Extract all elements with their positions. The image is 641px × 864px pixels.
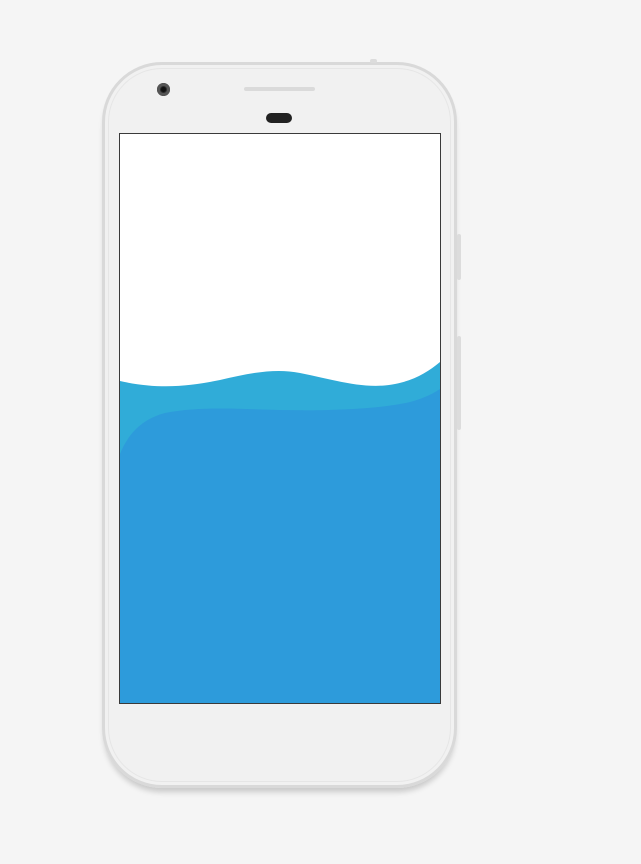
front-camera-icon: [157, 83, 170, 96]
proximity-sensor: [266, 113, 292, 123]
wave-front-layer: [120, 389, 440, 703]
volume-button[interactable]: [457, 336, 461, 430]
power-button[interactable]: [457, 234, 461, 280]
phone-frame: [102, 59, 461, 788]
earpiece-speaker: [244, 87, 315, 91]
top-button[interactable]: [370, 59, 377, 63]
phone-screen[interactable]: [119, 133, 441, 704]
water-wave-illustration: [120, 362, 440, 703]
